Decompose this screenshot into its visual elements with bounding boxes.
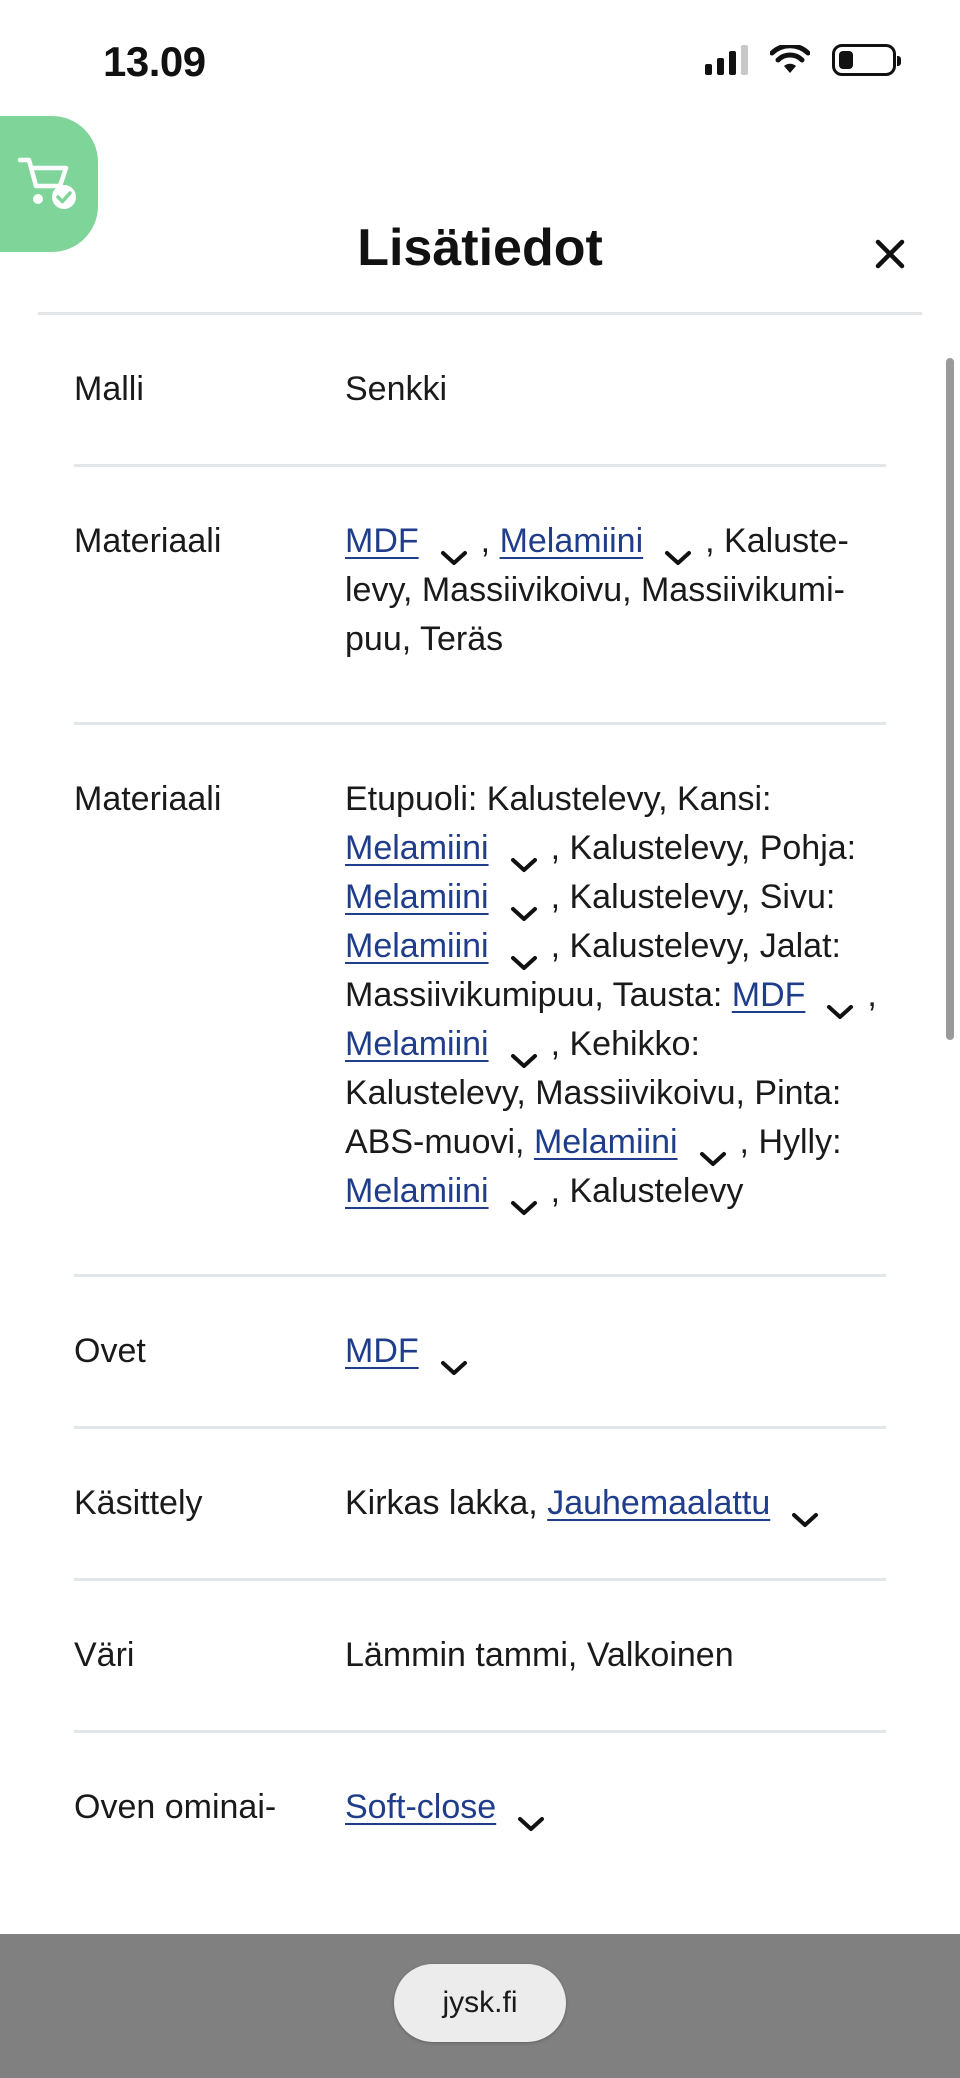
chevron-down-icon[interactable] bbox=[439, 1343, 469, 1376]
battery-level bbox=[839, 51, 853, 69]
spec-label: Materiaali bbox=[74, 780, 222, 818]
status-bar: 13.09 bbox=[0, 0, 960, 120]
browser-bottom-bar: jysk.fi bbox=[0, 1934, 960, 2078]
chevron-down-icon[interactable] bbox=[509, 840, 539, 873]
spec-value-text: Senkki bbox=[345, 370, 448, 408]
spec-value-text: Etupuoli: Kalustelevy, Kansi: bbox=[345, 780, 772, 818]
spec-value-text: Kirkas lakka, bbox=[345, 1484, 548, 1522]
spec-row: Ovet MDF bbox=[74, 1277, 886, 1429]
material-link[interactable]: Melamiini bbox=[345, 829, 489, 867]
spec-label: Malli bbox=[74, 370, 144, 408]
material-link[interactable]: MDF bbox=[732, 976, 806, 1014]
modal-header: Lisätiedot bbox=[0, 200, 960, 314]
spec-label: Ovet bbox=[74, 1332, 146, 1370]
material-link[interactable]: Melamiini bbox=[345, 1172, 489, 1210]
spec-label: Materiaali bbox=[74, 522, 222, 560]
status-time: 13.09 bbox=[103, 38, 206, 85]
spec-value-text: , Hylly: bbox=[739, 1123, 842, 1161]
chevron-down-icon[interactable] bbox=[663, 533, 693, 566]
spec-row: Materiaali Etupuoli: Kalustelevy, Kansi: … bbox=[74, 725, 886, 1277]
chevron-down-icon[interactable] bbox=[516, 1799, 546, 1832]
spec-row: Oven ominai- Soft-close bbox=[74, 1733, 886, 1832]
spec-value: Soft-close bbox=[345, 1783, 886, 1832]
spec-value-text: , bbox=[867, 976, 877, 1014]
material-link[interactable]: MDF bbox=[345, 1332, 419, 1370]
modal-title: Lisätiedot bbox=[357, 219, 603, 277]
wifi-icon bbox=[770, 45, 810, 73]
spec-value: MDF bbox=[345, 1327, 886, 1376]
material-link[interactable]: Jauhemaalattu bbox=[547, 1484, 770, 1522]
material-link[interactable]: Melamiini bbox=[345, 1025, 489, 1063]
url-bar[interactable]: jysk.fi bbox=[394, 1964, 566, 2042]
spec-value: MDF, Melamiini, Kaluste-levy, Massiiviko… bbox=[345, 517, 886, 664]
material-link[interactable]: Soft-close bbox=[345, 1788, 496, 1826]
spec-value-text: , Kalustelevy, Sivu: bbox=[550, 878, 836, 916]
close-button[interactable] bbox=[860, 224, 920, 284]
close-icon bbox=[875, 239, 905, 269]
spec-value-text: , Kalustelevy bbox=[550, 1172, 744, 1210]
spec-value: Kirkas lakka, Jauhemaalattu bbox=[345, 1479, 886, 1528]
chevron-down-icon[interactable] bbox=[509, 938, 539, 971]
chevron-down-icon[interactable] bbox=[698, 1134, 728, 1167]
material-link[interactable]: MDF bbox=[345, 522, 419, 560]
spec-row: Materiaali MDF, Melamiini, Kaluste-levy, … bbox=[74, 467, 886, 725]
spec-row: Käsittely Kirkas lakka, Jauhemaalattu bbox=[74, 1429, 886, 1581]
spec-row: Malli Senkki bbox=[74, 315, 886, 467]
spec-label: Oven ominai- bbox=[74, 1788, 277, 1826]
spec-label: Väri bbox=[74, 1636, 135, 1674]
spec-list: Malli Senkki Materiaali MDF, Melamiini, Kal… bbox=[74, 315, 886, 1832]
spec-value-text: Lämmin tammi, Valkoinen bbox=[345, 1636, 734, 1674]
material-link[interactable]: Melamiini bbox=[534, 1123, 678, 1161]
cellular-signal-icon bbox=[705, 45, 748, 75]
chevron-down-icon[interactable] bbox=[509, 1183, 539, 1216]
battery-icon bbox=[832, 44, 901, 76]
spec-value: Senkki bbox=[345, 365, 886, 414]
material-link[interactable]: Melamiini bbox=[500, 522, 644, 560]
chevron-down-icon[interactable] bbox=[439, 533, 469, 566]
spec-value: Lämmin tammi, Valkoinen bbox=[345, 1631, 886, 1680]
spec-row: Väri Lämmin tammi, Valkoinen bbox=[74, 1581, 886, 1733]
material-link[interactable]: Melamiini bbox=[345, 927, 489, 965]
spec-value-text: , Kalustelevy, Pohja: bbox=[550, 829, 857, 867]
chevron-down-icon[interactable] bbox=[790, 1495, 820, 1528]
status-icons bbox=[705, 44, 901, 76]
chevron-down-icon[interactable] bbox=[509, 889, 539, 922]
spec-value-text: , bbox=[480, 522, 500, 560]
scrollbar[interactable] bbox=[946, 358, 954, 1040]
chevron-down-icon[interactable] bbox=[825, 987, 855, 1020]
chevron-down-icon[interactable] bbox=[509, 1036, 539, 1069]
spec-value: Etupuoli: Kalustelevy, Kansi: Melamiini,… bbox=[345, 775, 886, 1216]
material-link[interactable]: Melamiini bbox=[345, 878, 489, 916]
spec-label: Käsittely bbox=[74, 1484, 203, 1522]
